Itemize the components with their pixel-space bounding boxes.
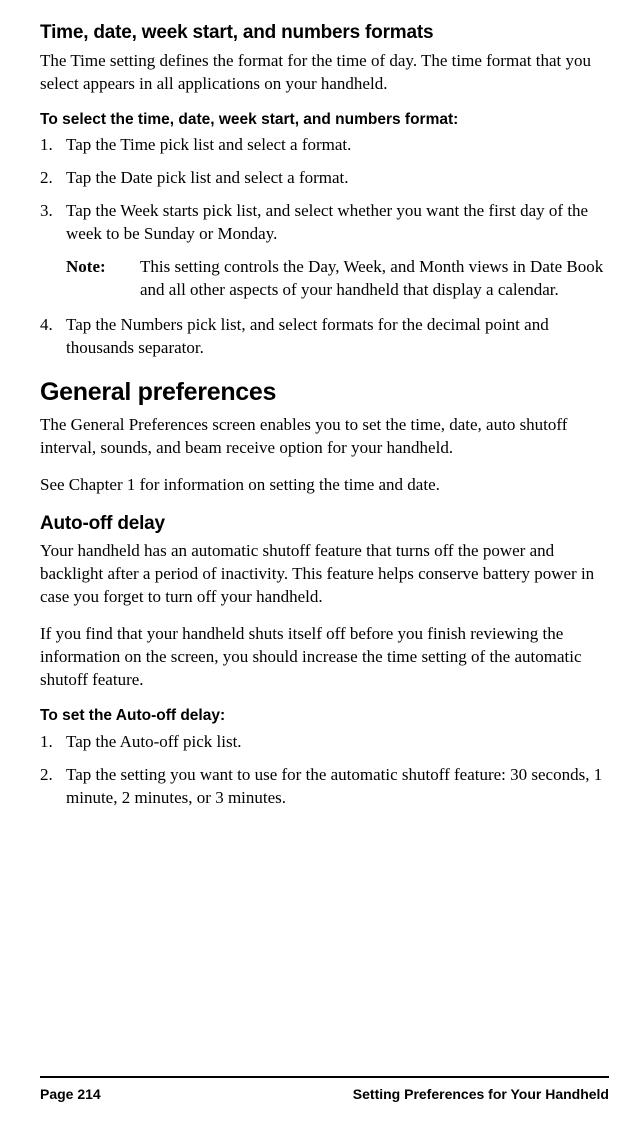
step-text: Tap the Numbers pick list, and select fo… [66, 314, 609, 360]
note-label: Note: [66, 256, 140, 302]
step-item: 2. Tap the Date pick list and select a f… [40, 167, 609, 190]
document-content: Time, date, week start, and numbers form… [40, 20, 609, 810]
paragraph-intro-1: The Time setting defines the format for … [40, 50, 609, 96]
page-number: Page 214 [40, 1086, 101, 1102]
step-item: 3. Tap the Week starts pick list, and se… [40, 200, 609, 246]
step-list-1-continued: 4. Tap the Numbers pick list, and select… [40, 314, 609, 360]
procedure-heading-1: To select the time, date, week start, an… [40, 110, 609, 131]
step-number: 2. [40, 764, 66, 810]
step-text: Tap the setting you want to use for the … [66, 764, 609, 810]
paragraph-see-reference: See Chapter 1 for information on setting… [40, 474, 609, 497]
step-text: Tap the Week starts pick list, and selec… [66, 200, 609, 246]
step-text: Tap the Time pick list and select a form… [66, 134, 609, 157]
chapter-title: Setting Preferences for Your Handheld [353, 1086, 609, 1102]
note-text: This setting controls the Day, Week, and… [140, 256, 609, 302]
heading-general-preferences: General preferences [40, 376, 609, 410]
step-number: 2. [40, 167, 66, 190]
step-number: 1. [40, 731, 66, 754]
step-number: 1. [40, 134, 66, 157]
step-number: 3. [40, 200, 66, 246]
page-footer: Page 214 Setting Preferences for Your Ha… [40, 1076, 609, 1102]
step-text: Tap the Auto-off pick list. [66, 731, 609, 754]
note-block: Note: This setting controls the Day, Wee… [66, 256, 609, 302]
step-number: 4. [40, 314, 66, 360]
heading-time-date-formats: Time, date, week start, and numbers form… [40, 20, 609, 46]
paragraph-auto-off-2: If you find that your handheld shuts its… [40, 623, 609, 692]
step-text: Tap the Date pick list and select a form… [66, 167, 609, 190]
heading-auto-off-delay: Auto-off delay [40, 511, 609, 537]
step-item: 1. Tap the Auto-off pick list. [40, 731, 609, 754]
paragraph-general-intro: The General Preferences screen enables y… [40, 414, 609, 460]
procedure-heading-2: To set the Auto-off delay: [40, 706, 609, 727]
step-list-2: 1. Tap the Auto-off pick list. 2. Tap th… [40, 731, 609, 810]
step-list-1: 1. Tap the Time pick list and select a f… [40, 134, 609, 246]
step-item: 2. Tap the setting you want to use for t… [40, 764, 609, 810]
paragraph-auto-off-1: Your handheld has an automatic shutoff f… [40, 540, 609, 609]
step-item: 1. Tap the Time pick list and select a f… [40, 134, 609, 157]
step-item: 4. Tap the Numbers pick list, and select… [40, 314, 609, 360]
